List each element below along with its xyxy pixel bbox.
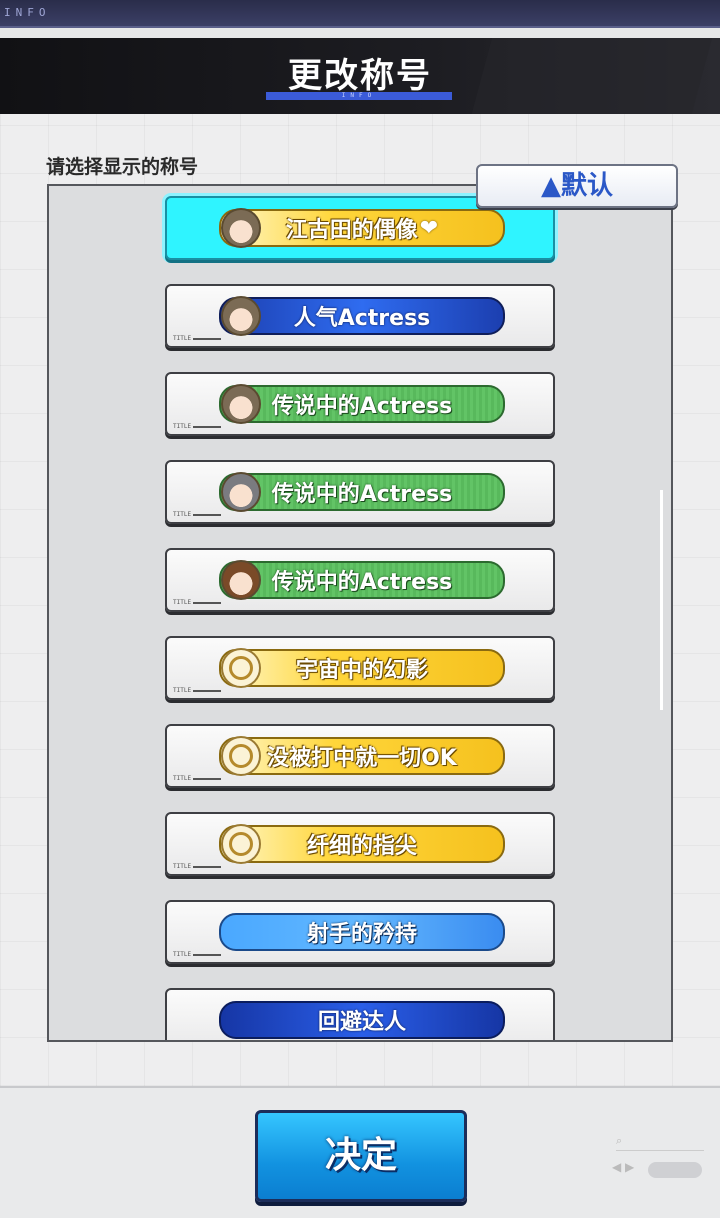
title-tag: TITLE bbox=[173, 423, 221, 430]
title-card-7[interactable]: 纤细的指尖 TITLE bbox=[165, 812, 555, 876]
title-card-5[interactable]: 宇宙中的幻影 TITLE bbox=[165, 636, 555, 700]
toggle-bar bbox=[648, 1162, 702, 1178]
list-scrollbar[interactable] bbox=[660, 490, 663, 710]
title-tag: TITLE bbox=[173, 599, 221, 606]
title-pill: 回避达人 bbox=[219, 1001, 505, 1039]
title-tag: TITLE bbox=[173, 863, 221, 870]
title-tag: TITLE bbox=[173, 511, 221, 518]
footer: 决定 ⌕ ◀ ▶ bbox=[0, 1086, 720, 1218]
page-arrows-icon: ◀ ▶ bbox=[612, 1160, 635, 1174]
title-card-9[interactable]: 回避达人 bbox=[165, 988, 555, 1040]
character-avatar-icon bbox=[221, 296, 261, 336]
emblem-icon bbox=[221, 736, 261, 776]
confirm-button[interactable]: 决定 bbox=[255, 1110, 467, 1202]
character-avatar-icon bbox=[221, 384, 261, 424]
heart-icon: ❤ bbox=[419, 215, 439, 241]
title-underline: INFO bbox=[266, 92, 452, 100]
page-title: 更改称号 bbox=[288, 56, 432, 96]
main-panel: 请选择显示的称号 ▲默认 江古田的偶像 ❤ 人气Actress TITLE 传说中… bbox=[0, 114, 720, 1086]
emblem-icon bbox=[221, 648, 261, 688]
title-tag: TITLE bbox=[173, 335, 221, 342]
character-avatar-icon bbox=[221, 560, 261, 600]
title-pill: 传说中的Actress bbox=[219, 473, 505, 511]
title-pill: 江古田的偶像 ❤ bbox=[219, 209, 505, 247]
header: 更改称号 INFO bbox=[0, 38, 720, 114]
title-pill: 传说中的Actress bbox=[219, 561, 505, 599]
title-pill: 没被打中就一切OK bbox=[219, 737, 505, 775]
title-label: 江古田的偶像 bbox=[285, 218, 418, 243]
title-card-1[interactable]: 人气Actress TITLE bbox=[165, 284, 555, 348]
title-card-8[interactable]: 射手的矜持 TITLE bbox=[165, 900, 555, 964]
title-pill: 射手的矜持 bbox=[219, 913, 505, 951]
title-card-2[interactable]: 传说中的Actress TITLE bbox=[165, 372, 555, 436]
title-pill: 宇宙中的幻影 bbox=[219, 649, 505, 687]
character-avatar-icon bbox=[221, 208, 261, 248]
mini-controls: ⌕ ◀ ▶ bbox=[612, 1134, 704, 1186]
title-card-3[interactable]: 传说中的Actress TITLE bbox=[165, 460, 555, 524]
title-tag: TITLE bbox=[173, 775, 221, 782]
title-card-4[interactable]: 传说中的Actress TITLE bbox=[165, 548, 555, 612]
top-strip: INFO bbox=[0, 0, 720, 28]
sort-default-button[interactable]: ▲默认 bbox=[476, 164, 678, 208]
title-pill: 人气Actress bbox=[219, 297, 505, 335]
search-icon: ⌕ bbox=[616, 1134, 623, 1147]
title-pill: 传说中的Actress bbox=[219, 385, 505, 423]
character-avatar-icon bbox=[221, 472, 261, 512]
select-prompt: 请选择显示的称号 bbox=[46, 156, 199, 178]
title-pill: 纤细的指尖 bbox=[219, 825, 505, 863]
title-tag: TITLE bbox=[173, 687, 221, 694]
info-label: INFO bbox=[4, 6, 51, 19]
emblem-icon bbox=[221, 824, 261, 864]
title-card-6[interactable]: 没被打中就一切OK TITLE bbox=[165, 724, 555, 788]
title-tag: TITLE bbox=[173, 951, 221, 958]
divider bbox=[616, 1150, 704, 1151]
title-list[interactable]: 江古田的偶像 ❤ 人气Actress TITLE 传说中的Actress TITL… bbox=[47, 184, 673, 1042]
